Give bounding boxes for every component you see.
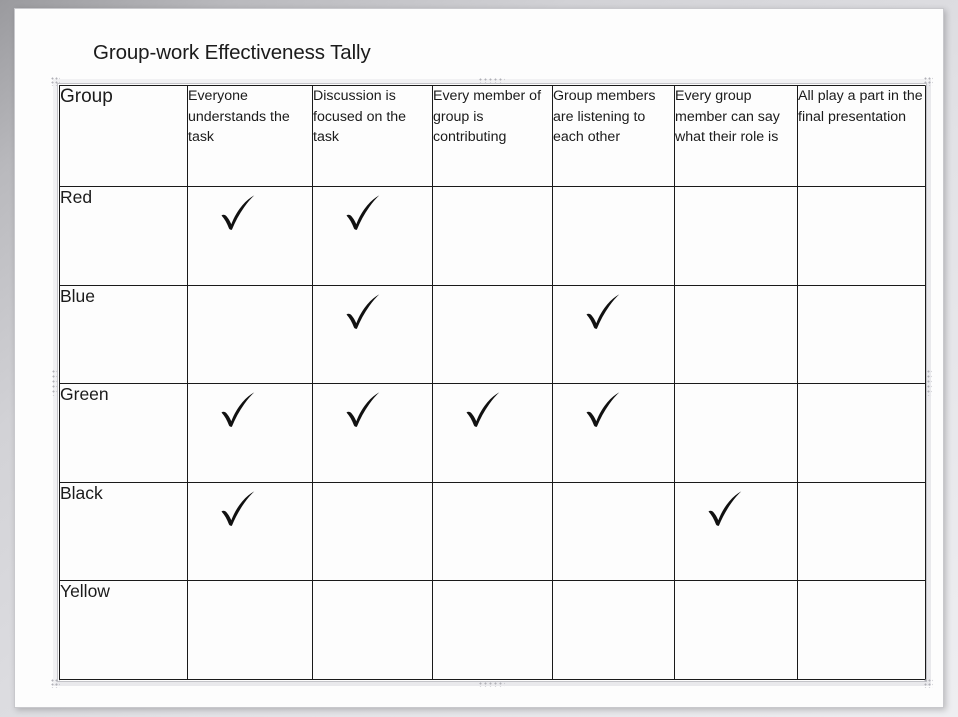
- tally-cell[interactable]: [312, 186, 433, 286]
- slide-canvas[interactable]: Group-work Effectiveness Tally Group Eve…: [14, 8, 944, 708]
- check-mark-icon: [341, 191, 385, 235]
- tally-cell[interactable]: [312, 284, 433, 385]
- tally-cell[interactable]: [552, 580, 675, 680]
- resize-handle-top-center[interactable]: [479, 78, 505, 83]
- column-header-criterion-6[interactable]: All play a part in the final presentatio…: [797, 85, 926, 187]
- tally-cell[interactable]: [552, 383, 675, 483]
- resize-handle-top-right[interactable]: [924, 77, 933, 86]
- row-label-group[interactable]: Red: [59, 186, 188, 286]
- resize-handle-middle-right[interactable]: [927, 369, 932, 396]
- table-row: Red: [59, 186, 926, 286]
- tally-cell[interactable]: [312, 580, 433, 680]
- row-label-group[interactable]: Yellow: [59, 580, 188, 680]
- row-label-group[interactable]: Blue: [59, 284, 188, 385]
- tally-cell[interactable]: [797, 186, 926, 286]
- tally-cell[interactable]: [674, 186, 798, 286]
- table-row: Green: [59, 383, 926, 483]
- row-label-group[interactable]: Green: [59, 383, 188, 483]
- tally-cell[interactable]: [552, 186, 675, 286]
- tally-cell[interactable]: [432, 481, 553, 582]
- tally-cell[interactable]: [312, 383, 433, 483]
- column-header-criterion-1[interactable]: Everyone understands the task: [187, 85, 313, 187]
- tally-cell[interactable]: [552, 284, 675, 385]
- tally-cell[interactable]: [312, 481, 433, 582]
- tally-cell[interactable]: [187, 481, 313, 582]
- check-mark-icon: [461, 388, 505, 432]
- check-mark-icon: [581, 290, 625, 334]
- column-header-criterion-4[interactable]: Group members are listening to each othe…: [552, 85, 675, 187]
- tally-cell[interactable]: [187, 284, 313, 385]
- tally-cell[interactable]: [674, 284, 798, 385]
- table-object[interactable]: Group Everyone understands the task Disc…: [51, 77, 933, 688]
- resize-handle-bottom-center[interactable]: [479, 682, 505, 687]
- resize-handle-middle-left[interactable]: [52, 369, 57, 396]
- row-label-group[interactable]: Black: [59, 481, 188, 582]
- tally-cell[interactable]: [552, 481, 675, 582]
- tally-cell[interactable]: [797, 284, 926, 385]
- tally-cell[interactable]: [797, 481, 926, 582]
- column-header-criterion-3[interactable]: Every member of group is contributing: [432, 85, 553, 187]
- table-row: Blue: [59, 284, 926, 385]
- tally-cell[interactable]: [187, 580, 313, 680]
- check-mark-icon: [581, 388, 625, 432]
- tally-cell[interactable]: [797, 580, 926, 680]
- tally-cell[interactable]: [187, 383, 313, 483]
- tally-table[interactable]: Group Everyone understands the task Disc…: [59, 85, 926, 680]
- table-row: Black: [59, 481, 926, 582]
- tally-cell[interactable]: [674, 580, 798, 680]
- tally-cell[interactable]: [187, 186, 313, 286]
- check-mark-icon: [341, 290, 385, 334]
- tally-cell[interactable]: [432, 284, 553, 385]
- table-row: Yellow: [59, 580, 926, 680]
- page-title: Group-work Effectiveness Tally: [93, 41, 371, 64]
- table-header-row: Group Everyone understands the task Disc…: [59, 85, 926, 187]
- check-mark-icon: [341, 388, 385, 432]
- column-header-group[interactable]: Group: [59, 85, 188, 187]
- resize-handle-bottom-left[interactable]: [51, 679, 60, 688]
- column-header-criterion-5[interactable]: Every group member can say what their ro…: [674, 85, 798, 187]
- check-mark-icon: [216, 388, 260, 432]
- check-mark-icon: [216, 191, 260, 235]
- check-mark-icon: [703, 487, 747, 531]
- tally-cell[interactable]: [432, 186, 553, 286]
- resize-handle-bottom-right[interactable]: [924, 679, 933, 688]
- tally-cell[interactable]: [432, 383, 553, 483]
- tally-cell[interactable]: [797, 383, 926, 483]
- check-mark-icon: [216, 487, 260, 531]
- table-body: Red Blue Green Black Yellow: [59, 186, 926, 680]
- column-header-criterion-2[interactable]: Discussion is focused on the task: [312, 85, 433, 187]
- resize-handle-top-left[interactable]: [51, 77, 60, 86]
- tally-cell[interactable]: [432, 580, 553, 680]
- tally-cell[interactable]: [674, 481, 798, 582]
- tally-cell[interactable]: [674, 383, 798, 483]
